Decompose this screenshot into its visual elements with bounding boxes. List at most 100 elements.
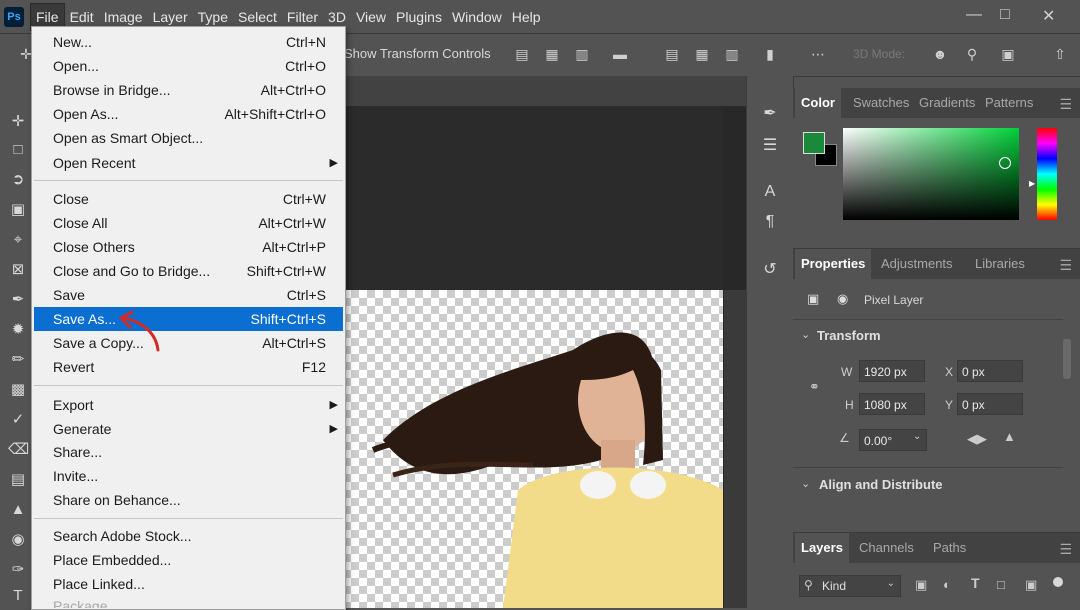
flip-horizontal-icon[interactable]: ◀▶ [967, 431, 987, 447]
align-right-icon[interactable]: ▥ [574, 46, 590, 62]
object-select-tool-icon[interactable]: ▣ [8, 200, 28, 220]
flip-vertical-icon[interactable]: ▲ [1003, 429, 1016, 444]
distribute-vertical-icon[interactable]: ▮ [762, 46, 778, 62]
dodge-tool-icon[interactable]: ◉ [8, 530, 28, 550]
x-field[interactable]: 0 px [957, 360, 1023, 382]
tab-paths[interactable]: Paths [927, 533, 972, 563]
filter-adjustment-icon[interactable]: ◐ [943, 577, 951, 592]
foreground-color-swatch[interactable] [803, 132, 825, 154]
history-brush-icon[interactable]: ✓ [8, 410, 28, 430]
height-field[interactable]: 1080 px [859, 393, 925, 415]
menu-item-invite[interactable]: Invite... [34, 464, 343, 488]
menu-item-place-embedded[interactable]: Place Embedded... [34, 548, 343, 572]
menu-item-share-on-behance[interactable]: Share on Behance... [34, 488, 343, 512]
filter-pixel-icon[interactable]: ▣ [915, 577, 927, 593]
menu-help[interactable]: Help [507, 4, 546, 30]
minimize-icon[interactable]: — [966, 6, 982, 24]
tab-layers[interactable]: Layers [795, 533, 849, 563]
gradient-tool-icon[interactable]: ▤ [8, 470, 28, 490]
hue-slider[interactable] [1037, 128, 1057, 220]
distribute-icon[interactable]: ▬ [612, 46, 628, 62]
paragraph-icon[interactable]: ¶ [760, 212, 780, 232]
healing-tool-icon[interactable]: ✹ [8, 320, 28, 340]
tab-properties[interactable]: Properties [795, 249, 872, 279]
lasso-tool-icon[interactable]: ➲ [8, 170, 28, 190]
maximize-icon[interactable]: □ [1000, 6, 1010, 24]
filter-smart-object-icon[interactable]: ▣ [1025, 577, 1037, 593]
menu-item-new[interactable]: New... Ctrl+N [34, 30, 343, 54]
menu-item-open-as[interactable]: Open As... Alt+Shift+Ctrl+O [34, 102, 343, 126]
filter-type-icon[interactable]: T [971, 575, 980, 591]
tab-gradients[interactable]: Gradients [913, 88, 981, 118]
y-field[interactable]: 0 px [957, 393, 1023, 415]
filter-shape-icon[interactable]: □ [997, 577, 1005, 592]
tab-color[interactable]: Color [795, 88, 841, 118]
angle-dropdown-icon[interactable]: ⌄ [913, 431, 921, 442]
stamp-tool-icon[interactable]: ▩ [8, 380, 28, 400]
menu-item-browse-in-bridge[interactable]: Browse in Bridge... Alt+Ctrl+O [34, 78, 343, 102]
align-distribute-section-title[interactable]: Align and Distribute [819, 477, 943, 492]
menu-item-place-linked[interactable]: Place Linked... [34, 572, 343, 596]
menu-item-save-a-copy[interactable]: Save a Copy... Alt+Ctrl+S [34, 331, 343, 355]
marquee-tool-icon[interactable]: □ [8, 140, 28, 160]
menu-view[interactable]: View [351, 4, 391, 30]
history-icon[interactable]: ↺ [760, 260, 780, 280]
width-field[interactable]: 1920 px [859, 360, 925, 382]
menu-item-save[interactable]: Save Ctrl+S [34, 283, 343, 307]
menu-item-close-and-go-to-bridge[interactable]: Close and Go to Bridge... Shift+Ctrl+W [34, 259, 343, 283]
layer-filter-kind-select[interactable]: ⚲ Kind ⌄ [799, 575, 901, 597]
align-middle-icon[interactable]: ▦ [694, 46, 710, 62]
panel-menu-icon[interactable]: ☰ [1059, 257, 1072, 274]
workspace-icon[interactable]: ▣ [1000, 46, 1016, 62]
chevron-down-icon[interactable]: ⌄ [801, 477, 810, 490]
menu-item-save-as[interactable]: Save As... Shift+Ctrl+S [34, 307, 343, 331]
menu-item-export[interactable]: Export ▶ [34, 393, 343, 417]
transform-section-title[interactable]: Transform [817, 328, 881, 343]
menu-plugins[interactable]: Plugins [391, 4, 447, 30]
color-picker-field[interactable] [843, 128, 1019, 220]
chevron-down-icon[interactable]: ⌄ [801, 328, 810, 341]
tab-adjustments[interactable]: Adjustments [875, 249, 959, 279]
align-center-icon[interactable]: ▦ [544, 46, 560, 62]
filter-toggle-icon[interactable] [1053, 577, 1063, 587]
adjust-sliders-icon[interactable]: ☰ [760, 136, 780, 156]
panel-menu-icon[interactable]: ☰ [1059, 96, 1072, 113]
tab-patterns[interactable]: Patterns [979, 88, 1039, 118]
menu-item-open-recent[interactable]: Open Recent ▶ [34, 151, 343, 175]
align-top-icon[interactable]: ▤ [664, 46, 680, 62]
transform-controls-label[interactable]: Show Transform Controls [344, 46, 491, 61]
menu-item-generate[interactable]: Generate ▶ [34, 417, 343, 441]
menu-item-close-all[interactable]: Close All Alt+Ctrl+W [34, 211, 343, 235]
brush-settings-icon[interactable]: ✒ [760, 104, 780, 124]
brush-tool-icon[interactable]: ✏ [8, 350, 28, 370]
align-bottom-icon[interactable]: ▥ [724, 46, 740, 62]
move-tool-icon[interactable]: ✛ [8, 112, 28, 132]
menu-item-close-others[interactable]: Close Others Alt+Ctrl+P [34, 235, 343, 259]
tab-channels[interactable]: Channels [853, 533, 920, 563]
align-left-icon[interactable]: ▤ [514, 46, 530, 62]
eraser-tool-icon[interactable]: ⌫ [8, 440, 29, 460]
link-icon[interactable]: ⚭ [809, 379, 820, 395]
menu-item-revert[interactable]: Revert F12 [34, 355, 343, 379]
crop-tool-icon[interactable]: ⌖ [8, 230, 28, 250]
tab-libraries[interactable]: Libraries [969, 249, 1031, 279]
menu-item-open-as-smart-object[interactable]: Open as Smart Object... [34, 126, 343, 150]
blur-tool-icon[interactable]: ▲ [8, 500, 28, 520]
type-tool-icon[interactable]: T [8, 586, 28, 606]
close-icon[interactable]: ✕ [1042, 6, 1055, 26]
share-icon[interactable]: ⇧ [1052, 46, 1068, 62]
menu-window[interactable]: Window [447, 4, 507, 30]
pen-tool-icon[interactable]: ✑ [8, 560, 28, 580]
menu-item-share[interactable]: Share... [34, 440, 343, 464]
canvas-scrollbar[interactable] [724, 290, 746, 608]
menu-item-package[interactable]: Package... [34, 594, 343, 608]
user-icon[interactable]: ☻ [932, 46, 948, 62]
more-options-icon[interactable]: ⋯ [810, 46, 826, 62]
tab-swatches[interactable]: Swatches [847, 88, 915, 118]
color-picker-cursor[interactable] [999, 157, 1011, 169]
character-icon[interactable]: A [760, 182, 780, 202]
panel-menu-icon[interactable]: ☰ [1059, 541, 1072, 558]
eyedropper-tool-icon[interactable]: ✒ [8, 290, 28, 310]
frame-tool-icon[interactable]: ⊠ [8, 260, 28, 280]
search-icon[interactable]: ⚲ [964, 46, 980, 62]
